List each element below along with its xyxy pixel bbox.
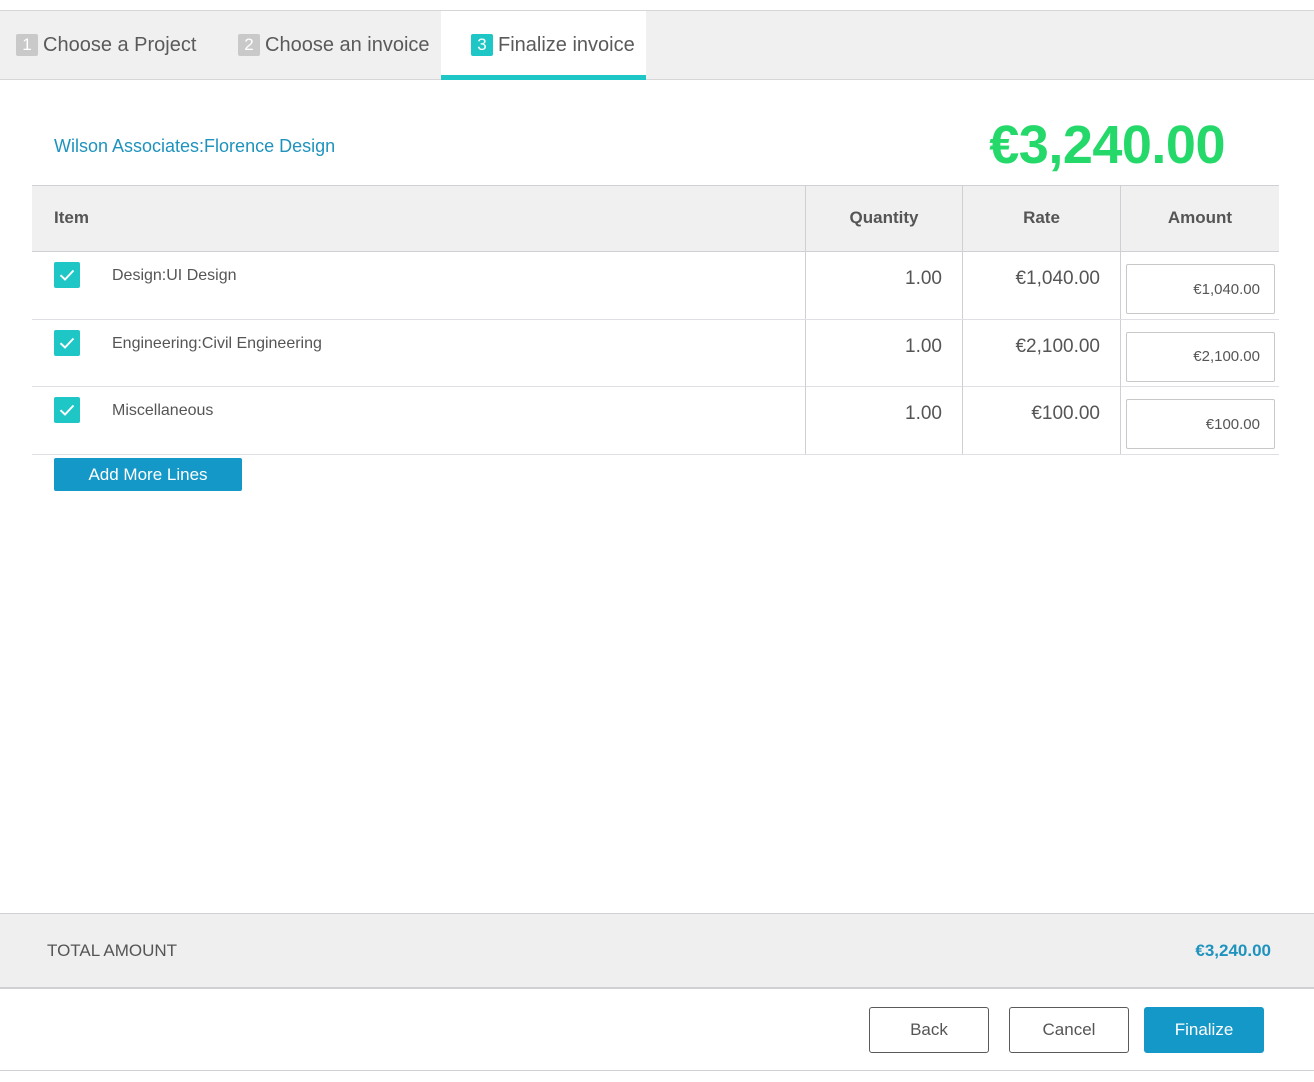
step-number-badge: 1 [16,34,38,56]
total-amount-value: €3,240.00 [1195,941,1271,960]
tab-choose-invoice[interactable]: 2 Choose an invoice [238,11,430,79]
line-quantity: 1.00 [805,319,962,387]
add-more-lines-button[interactable]: Add More Lines [54,458,242,491]
amount-cell [1120,387,1279,454]
column-header-quantity: Quantity [805,186,962,251]
line-rate: €100.00 [962,387,1120,454]
column-header-rate: Rate [962,186,1120,251]
table-row: Engineering:Civil Engineering 1.00 €2,10… [32,319,1279,387]
line-item-name: Engineering:Civil Engineering [112,334,322,352]
finalize-button[interactable]: Finalize [1144,1007,1264,1053]
checkmark-icon [59,404,75,416]
invoice-lines-table: Item Quantity Rate Amount Design:UI Desi… [32,185,1279,455]
line-checkbox[interactable] [54,262,80,288]
line-quantity: 1.00 [805,387,962,454]
table-header: Item Quantity Rate Amount [32,186,1279,252]
line-item-name: Miscellaneous [112,402,214,419]
amount-cell [1120,252,1279,319]
line-item-name: Design:UI Design [112,267,237,284]
line-checkbox[interactable] [54,329,80,356]
line-rate: €2,100.00 [962,319,1120,387]
column-header-amount: Amount [1120,186,1279,251]
cancel-button[interactable]: Cancel [1009,1007,1129,1053]
customer-project-link[interactable]: Wilson Associates:Florence Design [54,136,335,157]
invoice-total-amount: €3,240.00 [989,115,1225,175]
line-amount-input[interactable] [1126,331,1275,382]
line-amount-input[interactable] [1126,264,1275,314]
back-button[interactable]: Back [869,1007,989,1053]
column-header-item: Item [54,208,89,227]
line-checkbox[interactable] [54,397,80,423]
tab-label: Choose a Project [43,33,197,56]
checkmark-icon [59,269,75,281]
line-rate: €1,040.00 [962,252,1120,319]
step-number-badge: 2 [238,34,260,56]
line-amount-input[interactable] [1126,399,1275,449]
step-number-badge: 3 [471,34,493,56]
table-row: Design:UI Design 1.00 €1,040.00 [32,252,1279,320]
wizard-tabs: 1 Choose a Project 2 Choose an invoice 3… [0,10,1314,80]
checkmark-icon [59,337,75,349]
tab-finalize-invoice[interactable]: 3 Finalize invoice [441,11,646,80]
amount-cell [1120,319,1279,387]
total-amount-label: TOTAL AMOUNT [47,941,178,960]
table-row: Miscellaneous 1.00 €100.00 [32,387,1279,455]
line-quantity: 1.00 [805,252,962,319]
tab-label: Choose an invoice [265,33,430,56]
total-summary-bar: TOTAL AMOUNT €3,240.00 [0,913,1314,989]
tab-choose-project[interactable]: 1 Choose a Project [16,11,196,79]
footer-divider [0,1070,1314,1071]
tab-label: Finalize invoice [498,33,635,56]
